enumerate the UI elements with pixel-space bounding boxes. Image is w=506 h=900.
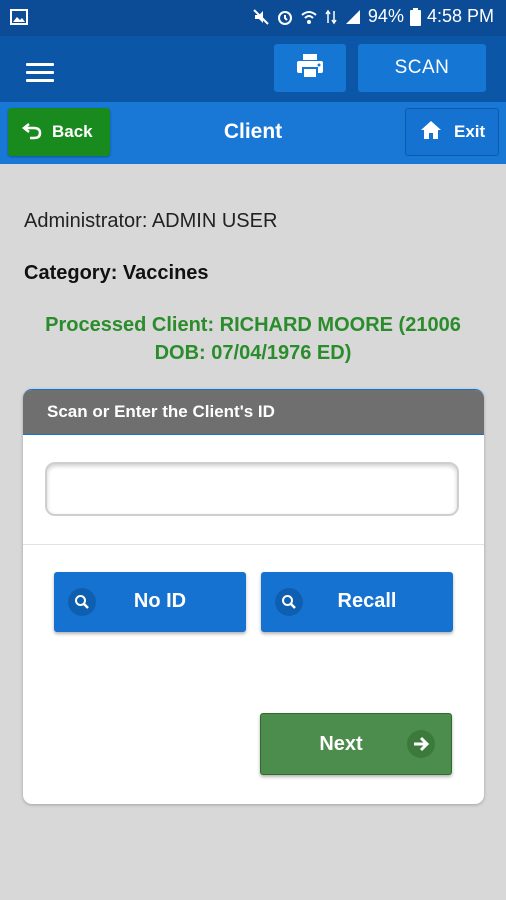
print-button[interactable] <box>274 44 346 92</box>
processed-client-line2: DOB: 07/04/1976 ED) <box>154 342 352 364</box>
scan-button[interactable]: SCAN <box>358 44 486 92</box>
recall-button-label: Recall <box>337 590 397 612</box>
recall-button[interactable]: Recall <box>261 572 453 632</box>
app-bar: SCAN <box>0 36 506 102</box>
signal-icon <box>344 8 362 26</box>
next-button[interactable]: Next <box>260 713 452 775</box>
alarm-icon <box>276 8 294 26</box>
exit-button[interactable]: Exit <box>405 108 499 156</box>
exit-button-label: Exit <box>454 122 486 141</box>
battery-icon <box>409 7 421 26</box>
processed-client-text: Processed Client: RICHARD MOORE (21006 D… <box>0 311 506 367</box>
no-id-button[interactable]: No ID <box>54 572 246 632</box>
status-bar: 94% 4:58 PM <box>0 0 506 36</box>
category-text: Category: Vaccines <box>24 262 209 284</box>
mute-icon <box>252 8 270 26</box>
card-header: Scan or Enter the Client's ID <box>23 390 484 435</box>
gallery-notification-icon <box>10 9 28 30</box>
battery-percent: 94% <box>367 6 404 26</box>
administrator-text: Administrator: ADMIN USER <box>24 210 278 232</box>
lte-icon <box>324 8 338 26</box>
printer-icon <box>295 53 325 84</box>
processed-client-line1: Processed Client: RICHARD MOORE (21006 <box>45 314 461 336</box>
arrow-right-icon <box>407 730 435 758</box>
home-icon <box>420 120 442 145</box>
divider <box>23 544 484 545</box>
nav-bar: Back Client Exit <box>0 102 506 164</box>
no-id-button-label: No ID <box>133 590 187 612</box>
hamburger-icon[interactable] <box>26 63 54 87</box>
client-id-card: Scan or Enter the Client's ID No ID Reca… <box>23 389 484 804</box>
wifi-icon <box>300 8 318 26</box>
next-button-label: Next <box>319 733 363 755</box>
clock-time: 4:58 PM <box>426 6 494 26</box>
client-id-input[interactable] <box>45 462 459 516</box>
